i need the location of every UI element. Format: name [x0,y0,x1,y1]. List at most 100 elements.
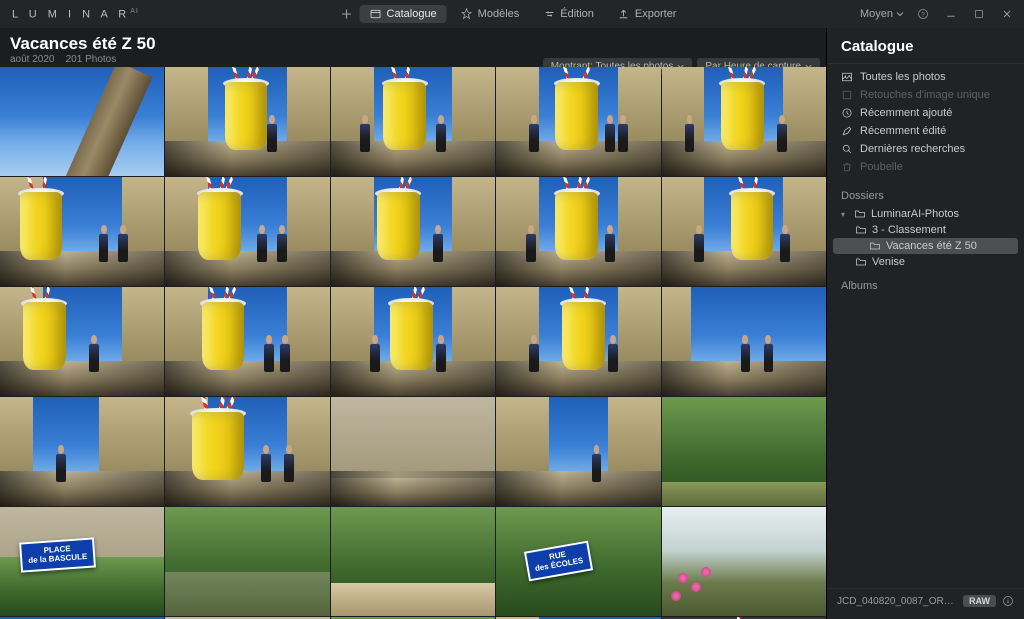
close-button[interactable] [998,5,1016,23]
catalogue-icon [370,8,382,20]
folder-label: 3 - Classement [872,224,946,236]
tab-catalogue[interactable]: Catalogue [360,5,447,23]
tab-models[interactable]: Modèles [451,5,530,23]
thumbnail[interactable] [662,177,826,286]
single-edit-icon [841,89,853,101]
all-photos-icon [841,71,853,83]
thumbnail[interactable] [662,67,826,176]
folder-root[interactable]: ▾ LuminarAI-Photos [827,206,1024,222]
folders-section-label: Dossiers [827,180,1024,206]
thumbnail[interactable] [0,287,164,396]
shortcut-recent-search[interactable]: Dernières recherches [827,140,1024,158]
thumbnail[interactable]: PLACE de la BASCULE [0,507,164,616]
tab-label: Édition [560,8,594,20]
format-badge: RAW [963,595,996,607]
folder-icon [855,256,867,268]
shortcut-recent-add[interactable]: Récemment ajouté [827,104,1024,122]
thumbnail[interactable] [0,397,164,506]
folder-item-selected[interactable]: Vacances été Z 50 [833,238,1018,254]
help-button[interactable]: ? [914,5,932,23]
tab-edition[interactable]: Édition [533,5,604,23]
trash-icon [841,161,853,173]
thumbnail[interactable] [331,287,495,396]
sidebar-title: Catalogue [827,38,1024,63]
status-footer: JCD_040820_0087_ORG.NEF RAW [827,588,1024,613]
subtitle-count: 201 Photos [66,54,117,65]
gallery-panel: Vacances été Z 50 août 2020 201 Photos M… [0,28,826,619]
folder-label: LuminarAI-Photos [871,208,959,220]
thumbnail[interactable] [331,507,495,616]
top-bar: L U M I N A RAI Catalogue Modèles Éditio… [0,0,1024,28]
thumbnail[interactable] [496,67,660,176]
tab-label: Modèles [478,8,520,20]
sign-text: de la BASCULE [28,551,88,564]
shortcut-recent-edit[interactable]: Récemment édité [827,122,1024,140]
current-filename: JCD_040820_0087_ORG.NEF [837,596,957,607]
thumbnail[interactable] [165,287,329,396]
top-right: Moyen ? [860,5,1016,23]
chevron-down-icon [896,10,904,18]
chevron-down-icon: ▾ [841,210,849,219]
thumbnail[interactable]: RUE des ÉCOLES [496,507,660,616]
page-title: Vacances été Z 50 [10,34,816,54]
svg-text:?: ? [921,12,925,18]
thumbnail[interactable] [331,397,495,506]
main: Vacances été Z 50 août 2020 201 Photos M… [0,28,1024,619]
thumbnail[interactable] [165,507,329,616]
shortcut-label: Poubelle [860,161,903,173]
logo-text: L U M I N A R [12,8,130,20]
folder-item[interactable]: Venise [827,254,1024,270]
add-button[interactable] [338,5,356,23]
info-icon[interactable] [1002,595,1014,607]
folder-label: Vacances été Z 50 [886,240,977,252]
thumbnail[interactable] [496,287,660,396]
thumbnail[interactable] [0,177,164,286]
sidebar: Catalogue Toutes les photos Retouches d'… [826,28,1024,619]
thumbnail[interactable] [165,67,329,176]
thumbnail[interactable] [662,397,826,506]
thumbnail[interactable] [331,177,495,286]
shortcut-label: Récemment édité [860,125,946,137]
folder-label: Venise [872,256,905,268]
folder-tree: ▾ LuminarAI-Photos 3 - Classement Vacanc… [827,206,1024,270]
thumbnail[interactable] [496,397,660,506]
models-icon [461,8,473,20]
albums-section-label: Albums [827,270,1024,296]
minimize-button[interactable] [942,5,960,23]
tab-label: Exporter [635,8,677,20]
maximize-button[interactable] [970,5,988,23]
edition-icon [543,8,555,20]
thumbnail[interactable] [165,177,329,286]
shortcut-all-photos[interactable]: Toutes les photos [827,68,1024,86]
thumbnail[interactable] [662,287,826,396]
quality-dropdown[interactable]: Moyen [860,8,904,20]
quality-label: Moyen [860,8,893,20]
app-logo: L U M I N A RAI [12,8,139,21]
shortcut-label: Récemment ajouté [860,107,952,119]
top-tabs: Catalogue Modèles Édition Exporter [338,5,687,23]
tab-export[interactable]: Exporter [608,5,687,23]
shortcut-trash[interactable]: Poubelle [827,158,1024,176]
thumbnail-grid: PLACE de la BASCULE RUE des ÉCOLES [0,67,826,619]
shortcut-list: Toutes les photos Retouches d'image uniq… [827,63,1024,180]
recent-add-icon [841,107,853,119]
shortcut-label: Toutes les photos [860,71,946,83]
folder-icon [854,208,866,220]
tab-label: Catalogue [387,8,437,20]
shortcut-label: Retouches d'image unique [860,89,990,101]
shortcut-single-edit[interactable]: Retouches d'image unique [827,86,1024,104]
thumbnail[interactable] [662,507,826,616]
folder-icon [869,240,881,252]
folder-item[interactable]: 3 - Classement [827,222,1024,238]
recent-search-icon [841,143,853,155]
recent-edit-icon [841,125,853,137]
subtitle-date: août 2020 [10,54,55,65]
thumbnail[interactable] [0,67,164,176]
logo-suffix: AI [130,8,139,15]
shortcut-label: Dernières recherches [860,143,965,155]
export-icon [618,8,630,20]
thumbnail-selected[interactable] [496,177,660,286]
thumbnail[interactable] [165,397,329,506]
thumbnail[interactable] [331,67,495,176]
folder-icon [855,224,867,236]
